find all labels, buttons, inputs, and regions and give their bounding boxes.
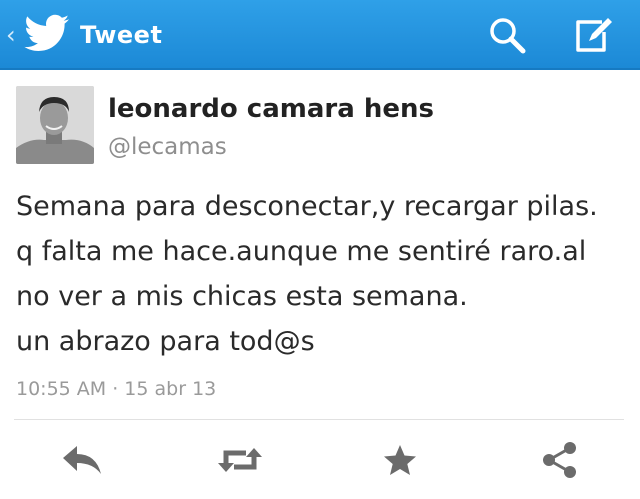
tweet-text-line: un abrazo para tod@s xyxy=(16,326,315,357)
tweet-timestamp: 10:55 AM · 15 abr 13 xyxy=(16,378,217,400)
reply-icon xyxy=(63,446,101,474)
page-title: Tweet xyxy=(80,21,163,49)
retweet-icon xyxy=(218,448,262,472)
compose-icon[interactable] xyxy=(572,14,616,56)
star-icon xyxy=(384,445,416,475)
favorite-button[interactable] xyxy=(376,438,424,482)
avatar[interactable] xyxy=(16,86,94,164)
author-handle[interactable]: @lecamas xyxy=(108,132,227,162)
search-icon[interactable] xyxy=(486,14,530,56)
reply-button[interactable] xyxy=(58,438,106,482)
tweet-text-line: q falta me hace.aunque me sentiré raro.a… xyxy=(16,236,587,267)
share-icon xyxy=(543,442,576,478)
author-name[interactable]: leonardo camara hens xyxy=(108,93,434,125)
share-button[interactable] xyxy=(536,438,584,482)
divider xyxy=(14,419,624,420)
twitter-bird-icon[interactable] xyxy=(24,14,70,54)
retweet-button[interactable] xyxy=(216,438,264,482)
tweet-text-line: Semana para desconectar,y recargar pilas… xyxy=(16,191,598,222)
top-app-bar: ‹ Tweet xyxy=(0,0,640,70)
tweet-text-line: no ver a mis chicas esta semana. xyxy=(16,281,468,312)
tweet-text: Semana para desconectar,y recargar pilas… xyxy=(16,184,628,364)
chevron-left-icon[interactable]: ‹ xyxy=(6,21,20,49)
